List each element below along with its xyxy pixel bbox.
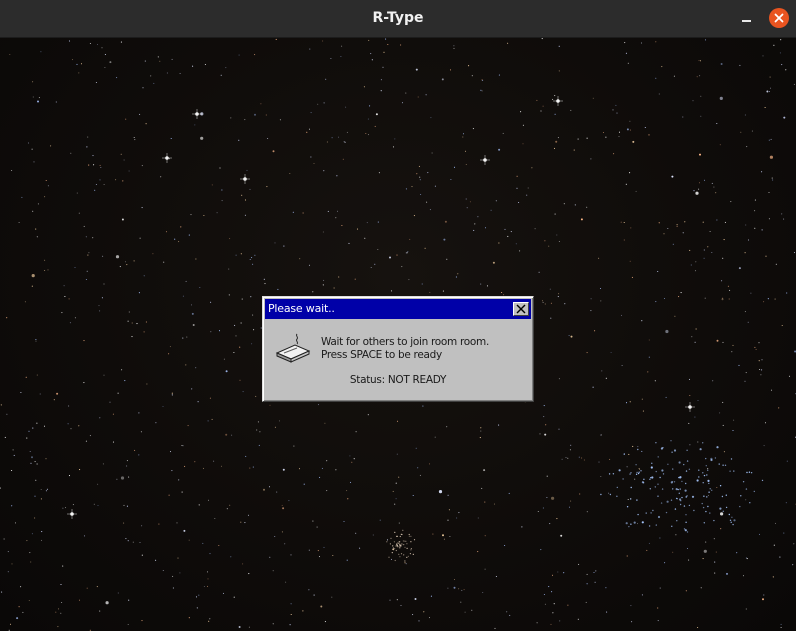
- minimize-button[interactable]: [735, 8, 757, 30]
- modem-icon: [275, 333, 311, 363]
- dialog-message-line2: Press SPACE to be ready: [321, 349, 442, 361]
- dialog-close-button[interactable]: [513, 302, 529, 316]
- dialog-close-icon: [516, 304, 526, 314]
- window-title: R-Type: [372, 10, 424, 26]
- app-window: R-Type Please wait.. Wait for others to …: [0, 0, 796, 631]
- dialog-title: Please wait..: [268, 302, 335, 315]
- close-button[interactable]: [769, 8, 789, 28]
- dialog-message-line1: Wait for others to join room room.: [321, 336, 490, 348]
- dialog-titlebar[interactable]: Please wait..: [265, 299, 531, 319]
- please-wait-dialog: Please wait.. Wait for others to join ro…: [262, 296, 534, 402]
- window-titlebar[interactable]: R-Type: [0, 0, 796, 38]
- close-icon: [774, 13, 784, 23]
- minimize-icon: [742, 20, 751, 22]
- game-viewport[interactable]: Please wait.. Wait for others to join ro…: [0, 38, 796, 631]
- status-text: Status: NOT READY: [349, 374, 447, 386]
